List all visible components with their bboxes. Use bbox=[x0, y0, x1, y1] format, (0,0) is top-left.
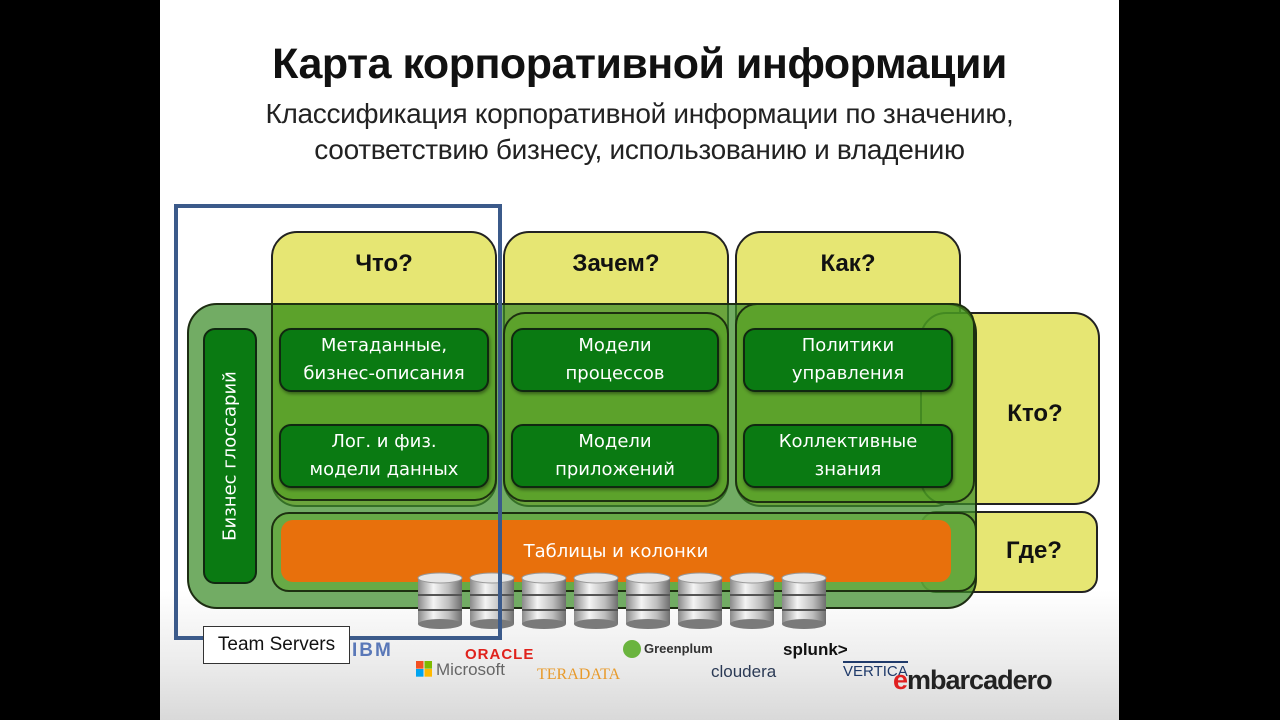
database-icon bbox=[677, 572, 723, 630]
database-icon bbox=[573, 572, 619, 630]
slide: Карта корпоративной информации Классифик… bbox=[160, 0, 1119, 720]
team-servers-label: Team Servers bbox=[203, 626, 350, 664]
microsoft-logo: Microsoft bbox=[416, 660, 505, 680]
embarcadero-e-icon: e bbox=[893, 665, 908, 695]
knowledge-box[interactable]: Коллективные знания bbox=[743, 424, 953, 488]
knowledge-line-1: Коллективные bbox=[778, 431, 918, 452]
slide-title: Карта корпоративной информации bbox=[272, 40, 1007, 88]
app-models-line-2: приложений bbox=[555, 459, 675, 480]
policies-line-1: Политики bbox=[801, 335, 895, 356]
subtitle-line-1: Классификация корпоративной информации п… bbox=[265, 98, 1014, 129]
greenplum-icon bbox=[623, 640, 641, 658]
greenplum-text: Greenplum bbox=[644, 641, 713, 656]
embarcadero-text: mbarcadero bbox=[907, 665, 1053, 695]
teradata-logo: TERADATA bbox=[537, 666, 621, 683]
ibm-logo: IBM bbox=[352, 640, 393, 661]
oracle-logo: ORACLE bbox=[465, 646, 535, 663]
embarcadero-logo: embarcadero bbox=[893, 665, 1053, 696]
policies-box[interactable]: Политики управления bbox=[743, 328, 953, 392]
how-label: Как? bbox=[820, 250, 876, 277]
database-icon bbox=[625, 572, 671, 630]
database-icon bbox=[521, 572, 567, 630]
subtitle-line-2: соответствию бизнесу, использованию и вл… bbox=[314, 134, 965, 165]
cloudera-logo: cloudera bbox=[711, 662, 777, 681]
policies-line-2: управления bbox=[791, 363, 905, 384]
slide-subtitle: Классификация корпоративной информации п… bbox=[160, 96, 1119, 168]
team-servers-frame bbox=[174, 204, 502, 640]
process-models-line-1: Модели bbox=[578, 335, 652, 356]
splunk-logo: splunk> bbox=[783, 640, 848, 659]
database-icon bbox=[781, 572, 827, 630]
app-models-line-1: Модели bbox=[578, 431, 652, 452]
process-models-box[interactable]: Модели процессов bbox=[511, 328, 719, 392]
process-models-line-2: процессов bbox=[565, 363, 665, 384]
database-icon bbox=[729, 572, 775, 630]
windows-icon bbox=[416, 661, 432, 677]
knowledge-line-2: знания bbox=[814, 459, 882, 480]
app-models-box[interactable]: Модели приложений bbox=[511, 424, 719, 488]
why-label: Зачем? bbox=[572, 250, 660, 277]
greenplum-logo: Greenplum bbox=[623, 640, 713, 658]
